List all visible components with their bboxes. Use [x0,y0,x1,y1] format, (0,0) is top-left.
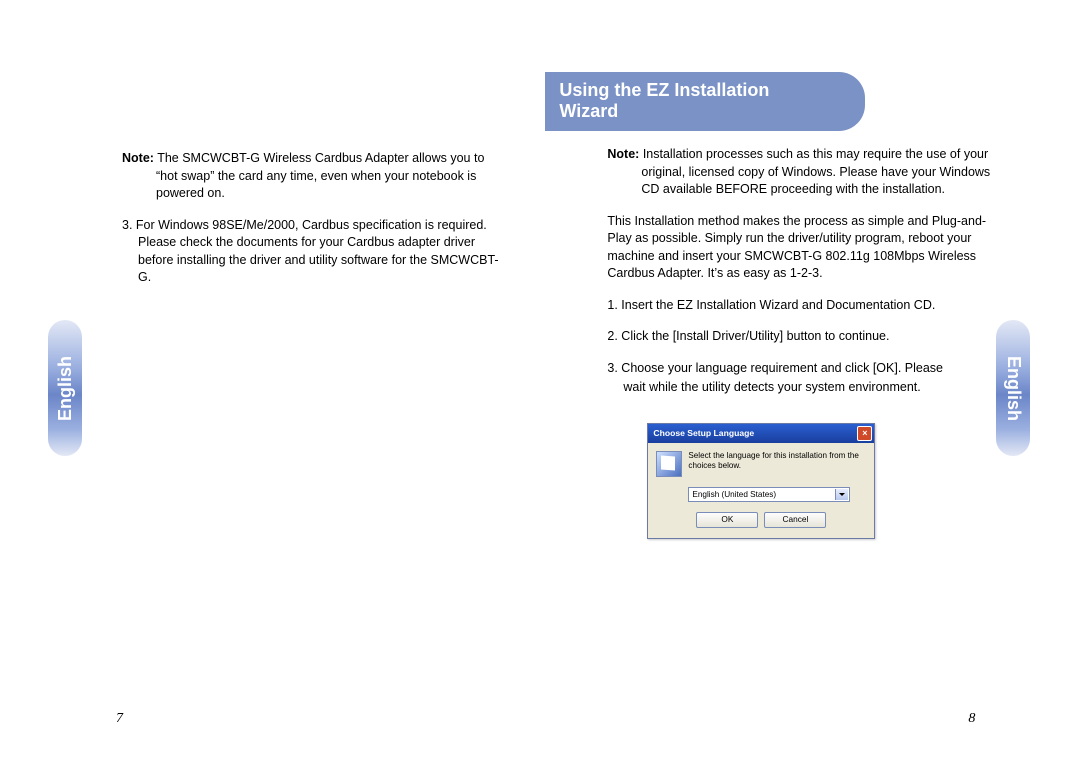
page-number-left: 7 [116,711,123,727]
page-left: Note: The SMCWCBT-G Wireless Cardbus Ada… [0,0,540,763]
section-title-line2: Wizard [559,101,851,122]
dialog-row-message: Select the language for this installatio… [656,451,866,477]
intro-paragraph: This Installation method makes the proce… [607,213,1007,283]
dialog-title: Choose Setup Language [653,427,754,439]
step-2: 2. Click the [Install Driver/Utility] bu… [607,328,1007,346]
step-1: 1. Insert the EZ Installation Wizard and… [607,297,1007,315]
left-note: Note: The SMCWCBT-G Wireless Cardbus Ada… [122,150,500,203]
section-title-line1: Using the EZ Installation [559,80,851,101]
left-step-3: 3. For Windows 98SE/Me/2000, Cardbus spe… [122,217,500,287]
language-tab-right: English [996,320,1030,456]
right-note: Note: Installation processes such as thi… [607,146,1007,199]
dialog-body: Select the language for this installatio… [648,443,874,538]
note-label: Note: [607,147,639,161]
installer-icon [656,451,682,477]
note-label: Note: [122,151,154,165]
section-title: Using the EZ Installation Wizard [545,72,865,131]
step-3-line2: wait while the utility detects your syst… [607,379,1007,397]
language-select-value: English (United States) [692,490,776,499]
language-tab-right-label: English [1003,355,1024,420]
left-content: Note: The SMCWCBT-G Wireless Cardbus Ada… [122,150,500,287]
ok-button[interactable]: OK [696,512,758,528]
step-3-line1: 3. Choose your language requirement and … [607,360,1007,378]
cancel-button[interactable]: Cancel [764,512,826,528]
page-number-right: 8 [968,711,975,727]
note-body: The SMCWCBT-G Wireless Cardbus Adapter a… [156,151,484,200]
right-content: Note: Installation processes such as thi… [607,146,1007,539]
dialog-message: Select the language for this installatio… [688,451,866,472]
close-icon[interactable]: × [857,426,872,441]
dialog-titlebar: Choose Setup Language × [648,424,874,443]
note-body: Installation processes such as this may … [641,147,990,196]
dialog-buttons: OK Cancel [656,512,866,528]
language-select[interactable]: English (United States) [688,487,850,502]
setup-language-dialog: Choose Setup Language × Select the langu… [647,423,875,539]
